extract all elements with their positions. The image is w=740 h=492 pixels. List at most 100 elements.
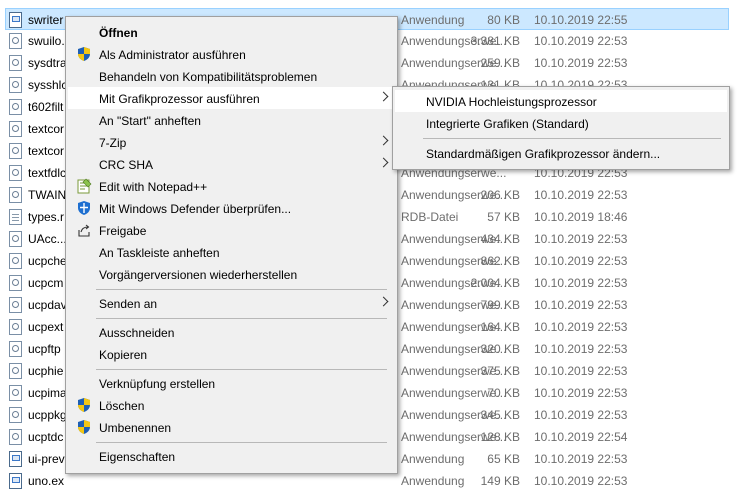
menu-item-label: Standardmäßigen Grafikprozessor ändern..… bbox=[426, 147, 661, 161]
menu-item-share[interactable]: Freigabe bbox=[68, 219, 395, 241]
menu-item-7zip[interactable]: 7-Zip bbox=[68, 131, 395, 153]
submenu-item-nvidia-high-performance[interactable]: NVIDIA Hochleistungsprozessor bbox=[395, 90, 727, 112]
menu-item-run-with-gpu[interactable]: Mit Grafikprozessor ausführen bbox=[68, 87, 395, 109]
file-date: 10.10.2019 22:53 bbox=[534, 452, 628, 466]
menu-item-label: Mit Grafikprozessor ausführen bbox=[99, 92, 260, 106]
menu-item-pin-to-taskbar[interactable]: An Taskleiste anheften bbox=[68, 241, 395, 263]
menu-item-label: Kopieren bbox=[99, 348, 148, 362]
menu-item-label: Eigenschaften bbox=[99, 450, 176, 464]
submenu-item-change-default-gpu[interactable]: Standardmäßigen Grafikprozessor ändern..… bbox=[395, 142, 727, 164]
file-size: 164 KB bbox=[480, 320, 520, 334]
menu-item-label: Senden an bbox=[99, 297, 158, 311]
menu-item-label: Vorgängerversionen wiederherstellen bbox=[99, 268, 298, 282]
windows-defender-icon bbox=[78, 201, 90, 215]
dll-file-icon bbox=[9, 319, 22, 335]
menu-item-rename[interactable]: Umbenennen bbox=[68, 416, 395, 438]
menu-item-label: Behandeln von Kompatibilitätsproblemen bbox=[99, 70, 318, 84]
submenu-item-integrated-graphics[interactable]: Integrierte Grafiken (Standard) bbox=[395, 112, 727, 134]
file-name: ucpftp bbox=[28, 342, 61, 356]
file-size: 799 KB bbox=[480, 298, 520, 312]
menu-item-crc-sha[interactable]: CRC SHA bbox=[68, 153, 395, 175]
menu-item-send-to[interactable]: Senden an bbox=[68, 292, 395, 314]
menu-item-label: Integrierte Grafiken (Standard) bbox=[426, 117, 589, 131]
file-date: 10.10.2019 18:46 bbox=[534, 210, 628, 224]
file-name: ucptdc bbox=[28, 430, 64, 444]
uac-shield-icon bbox=[78, 398, 90, 412]
uac-shield-icon bbox=[78, 420, 90, 434]
file-size: 65 KB bbox=[487, 452, 520, 466]
menu-item-windows-defender-scan[interactable]: Mit Windows Defender überprüfen... bbox=[68, 197, 395, 219]
menu-item-label: Ausschneiden bbox=[99, 326, 175, 340]
exe-file-icon bbox=[9, 473, 22, 489]
file-date: 10.10.2019 22:53 bbox=[534, 188, 628, 202]
file-name: sysdtra bbox=[28, 56, 67, 70]
dll-file-icon bbox=[9, 165, 22, 181]
menu-item-label: An Taskleiste anheften bbox=[99, 246, 220, 260]
file-size: 320 KB bbox=[480, 342, 520, 356]
file-name: types.r bbox=[28, 210, 65, 224]
menu-item-create-shortcut[interactable]: Verknüpfung erstellen bbox=[68, 372, 395, 394]
menu-separator bbox=[96, 318, 387, 319]
file-name: ucpdav bbox=[28, 298, 67, 312]
dll-file-icon bbox=[9, 33, 22, 49]
menu-item-label: NVIDIA Hochleistungsprozessor bbox=[426, 95, 597, 109]
file-date: 10.10.2019 22:55 bbox=[534, 13, 628, 27]
dll-file-icon bbox=[9, 231, 22, 247]
file-type: Anwendung bbox=[401, 13, 465, 27]
menu-item-label: Freigabe bbox=[99, 224, 147, 238]
file-date: 10.10.2019 22:53 bbox=[534, 232, 628, 246]
share-icon bbox=[78, 224, 90, 237]
file-date: 10.10.2019 22:53 bbox=[534, 276, 628, 290]
dll-file-icon bbox=[9, 275, 22, 291]
file-name: ui-prev bbox=[28, 452, 65, 466]
file-size: 70 KB bbox=[487, 386, 520, 400]
menu-item-edit-notepad-plus-plus[interactable]: Edit with Notepad++ bbox=[68, 175, 395, 197]
menu-item-properties[interactable]: Eigenschaften bbox=[68, 445, 395, 467]
file-size: 128 KB bbox=[480, 430, 520, 444]
file-date: 10.10.2019 22:54 bbox=[534, 430, 628, 444]
menu-item-label: Edit with Notepad++ bbox=[99, 180, 208, 194]
chevron-right-icon bbox=[378, 91, 389, 102]
file-size: 80 KB bbox=[487, 13, 520, 27]
file-name: textcor bbox=[28, 122, 65, 136]
chevron-right-icon bbox=[378, 135, 389, 146]
file-date: 10.10.2019 22:53 bbox=[534, 56, 628, 70]
file-date: 10.10.2019 22:53 bbox=[534, 342, 628, 356]
file-name: TWAIN bbox=[28, 188, 67, 202]
file-name: ucpcm bbox=[28, 276, 64, 290]
file-size: 3.381 KB bbox=[470, 34, 520, 48]
file-date: 10.10.2019 22:53 bbox=[534, 386, 628, 400]
menu-item-pin-to-start[interactable]: An "Start" anheften bbox=[68, 109, 395, 131]
menu-item-open[interactable]: Öffnen bbox=[68, 21, 395, 43]
menu-item-run-as-admin[interactable]: Als Administrator ausführen bbox=[68, 43, 395, 65]
file-date: 10.10.2019 22:53 bbox=[534, 364, 628, 378]
menu-item-restore-previous-versions[interactable]: Vorgängerversionen wiederherstellen bbox=[68, 263, 395, 285]
menu-item-copy[interactable]: Kopieren bbox=[68, 343, 395, 365]
clipped-row bbox=[0, 0, 740, 4]
file-date: 10.10.2019 22:53 bbox=[534, 320, 628, 334]
menu-separator bbox=[96, 289, 387, 290]
file-size: 375 KB bbox=[480, 364, 520, 378]
dll-file-icon bbox=[9, 385, 22, 401]
file-date: 10.10.2019 22:53 bbox=[534, 34, 628, 48]
menu-separator bbox=[96, 442, 387, 443]
dll-file-icon bbox=[9, 341, 22, 357]
chevron-right-icon bbox=[378, 157, 389, 168]
file-date: 10.10.2019 22:53 bbox=[534, 298, 628, 312]
dll-file-icon bbox=[9, 99, 22, 115]
menu-item-cut[interactable]: Ausschneiden bbox=[68, 321, 395, 343]
file-type: RDB-Datei bbox=[401, 210, 459, 224]
file-name: ucphie bbox=[28, 364, 64, 378]
menu-item-compatibility[interactable]: Behandeln von Kompatibilitätsproblemen bbox=[68, 65, 395, 87]
menu-item-label: An "Start" anheften bbox=[99, 114, 201, 128]
exe-file-icon bbox=[9, 12, 22, 28]
chevron-right-icon bbox=[378, 296, 389, 307]
dll-file-icon bbox=[9, 297, 22, 313]
uac-shield-icon bbox=[78, 47, 90, 61]
menu-item-delete[interactable]: Löschen bbox=[68, 394, 395, 416]
file-name: textcor bbox=[28, 144, 65, 158]
gpu-submenu: NVIDIA Hochleistungsprozessor Integriert… bbox=[392, 86, 730, 170]
file-type: Anwendung bbox=[401, 452, 465, 466]
dll-file-icon bbox=[9, 429, 22, 445]
file-name: swriter bbox=[28, 13, 64, 27]
